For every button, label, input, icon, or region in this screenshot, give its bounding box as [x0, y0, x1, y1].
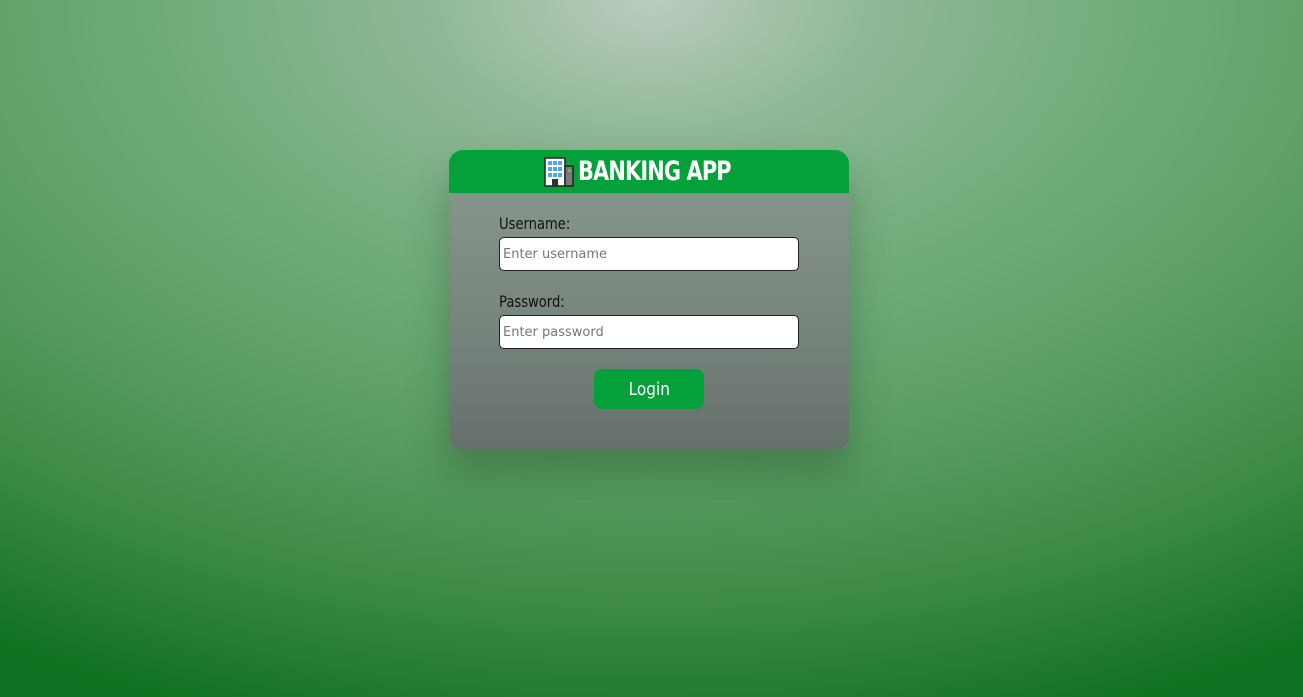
card-header: BANKING APP — [449, 150, 849, 193]
bank-building-icon — [543, 156, 575, 188]
login-card: BANKING APP Username: Password: Login — [449, 150, 849, 450]
app-title: BANKING APP — [577, 156, 732, 187]
username-label: Username: — [499, 214, 571, 233]
username-input[interactable] — [499, 237, 799, 271]
login-button-label: Login — [628, 378, 670, 400]
password-input[interactable] — [499, 315, 799, 349]
password-label: Password: — [499, 292, 565, 311]
login-button[interactable]: Login — [594, 369, 704, 409]
login-page: { "header": { "icon": "bank-building-ico… — [0, 0, 1303, 697]
